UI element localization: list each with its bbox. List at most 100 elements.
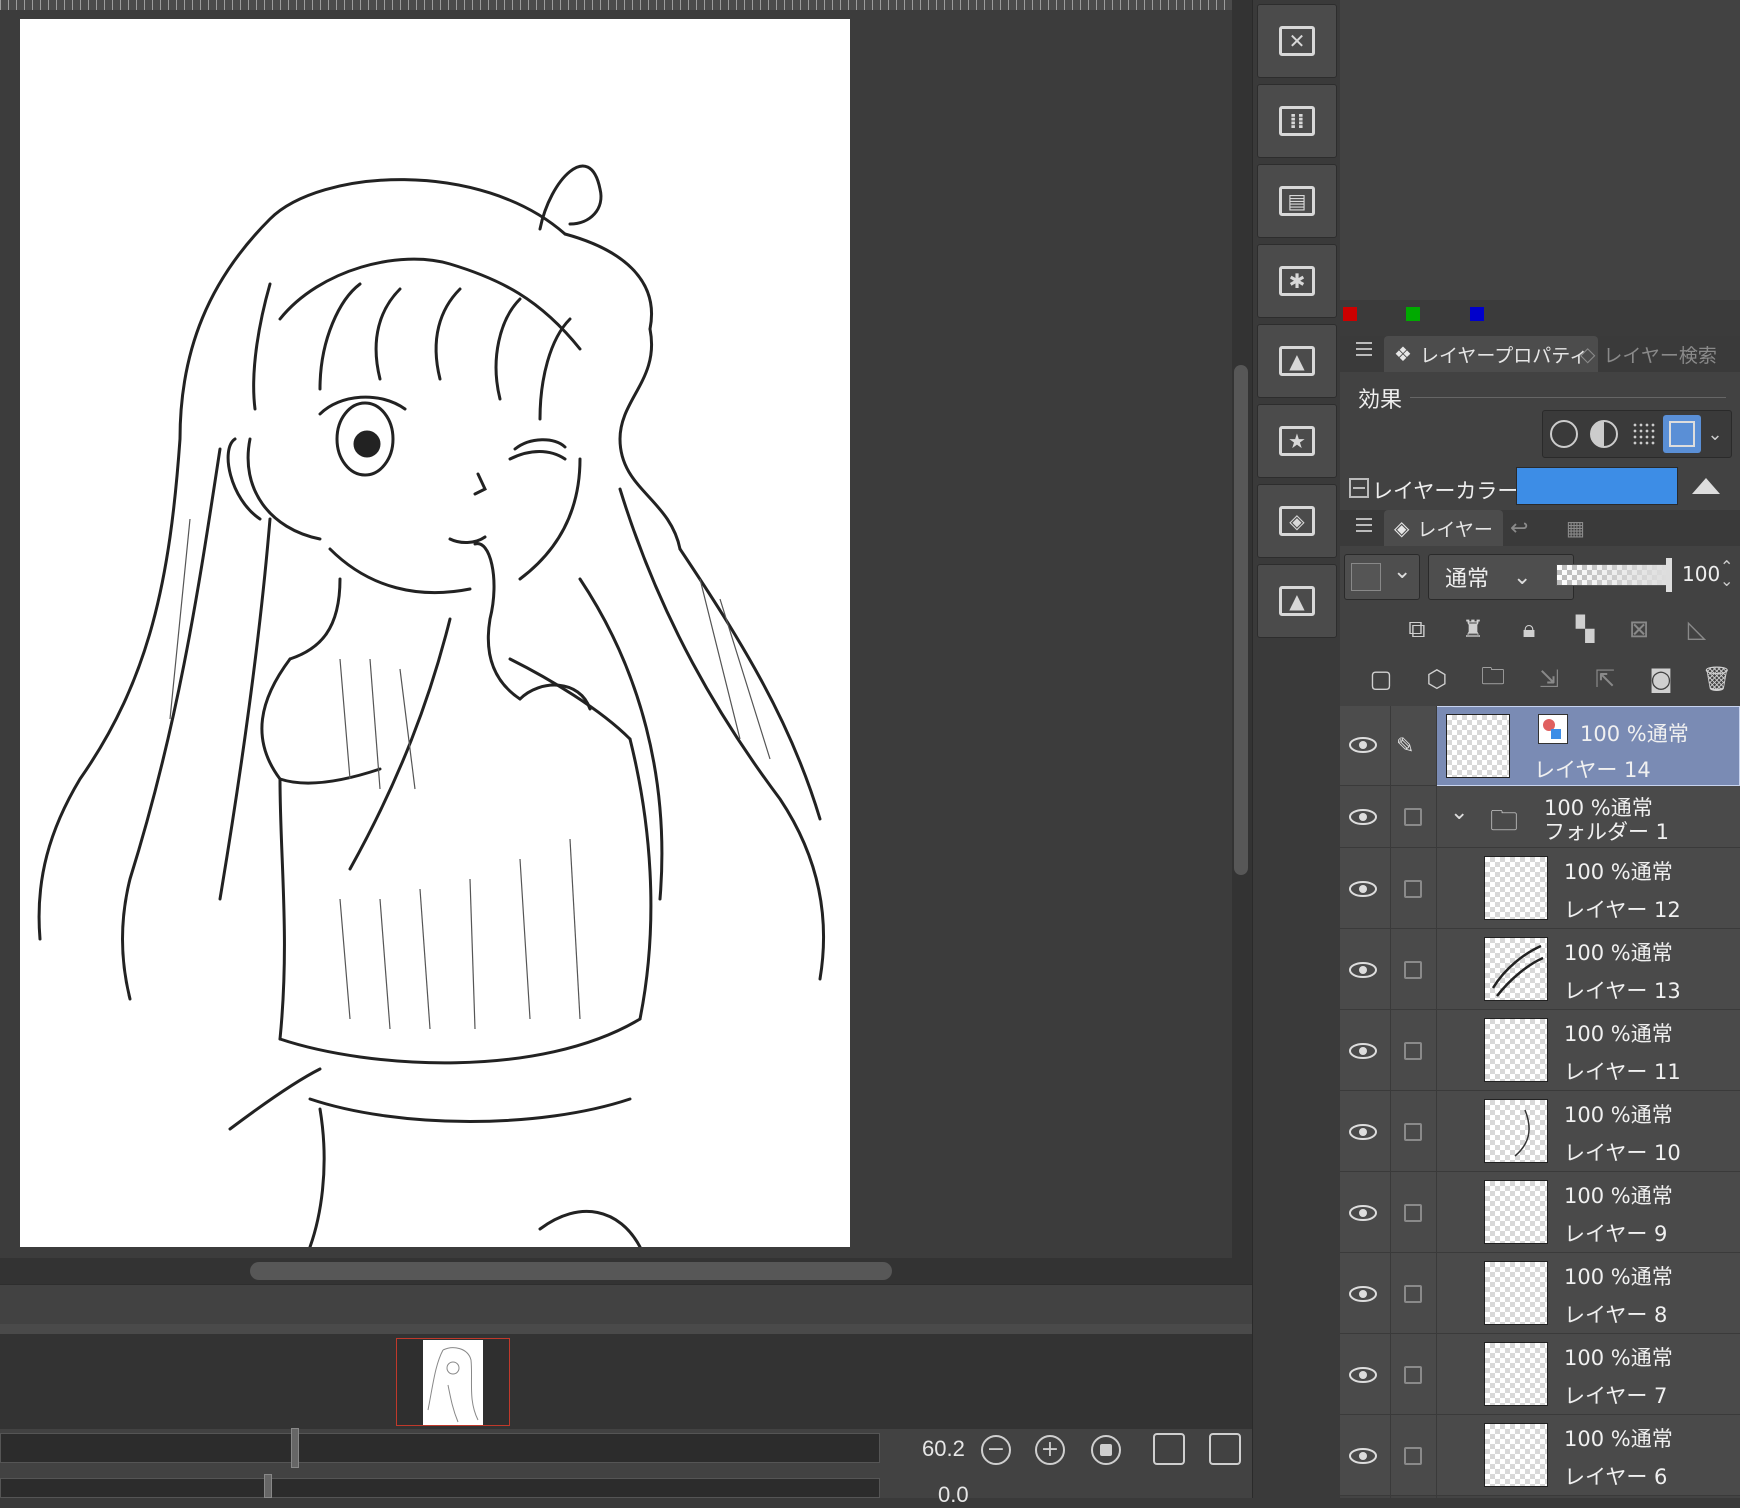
layer-select-checkbox[interactable] [1404,1285,1422,1303]
opacity-slider-handle[interactable] [1666,558,1672,592]
new-raster-layer-button[interactable]: ▢ [1364,662,1398,696]
chevron-down-icon[interactable]: ⌄ [1450,800,1468,825]
folder-icon: 🗀︎ [1490,804,1519,837]
vertical-scroll-thumb[interactable] [1234,365,1248,875]
layer-select-checkbox[interactable] [1404,808,1422,826]
layer-panel-menu-icon[interactable] [1356,518,1372,532]
fill-bucket-button[interactable] [1686,472,1726,502]
new-vector-layer-button[interactable]: ⬡ [1420,662,1454,696]
layer-select-checkbox[interactable] [1404,1366,1422,1384]
layer-mode: 100 %通常 [1564,1265,1673,1289]
expression-color-dropdown[interactable]: ⌄ [1344,554,1420,600]
color-square-icon [1351,563,1381,591]
eye-icon[interactable] [1348,1042,1378,1060]
border-effect-button[interactable] [1545,415,1583,453]
rotation-slider-handle[interactable] [264,1474,272,1498]
horizontal-scroll-thumb[interactable] [250,1262,892,1280]
green-swatch[interactable] [1406,307,1420,321]
transparency-lock-icon: ▚ [1575,615,1595,643]
tone-effect-button[interactable] [1625,415,1663,453]
merge-layer-button[interactable]: ⇱ [1588,662,1622,696]
favorites-panel-button[interactable]: ★ [1257,404,1337,478]
eye-icon[interactable] [1348,808,1378,826]
color-set-button[interactable]: ⁞⁞ [1257,84,1337,158]
minus-icon: − [986,1437,1006,1462]
clip-lower-layer-button[interactable]: ⧉ [1400,612,1434,646]
tab-history[interactable]: ↩ [1500,510,1538,546]
eye-icon[interactable] [1348,736,1378,754]
layer-row[interactable]: 100 %通常 レイヤー 12 [1340,848,1740,929]
folder-row[interactable]: ⌄ 🗀︎ 100 %通常 フォルダー 1 [1340,786,1740,848]
eye-icon[interactable] [1348,1123,1378,1141]
layer-color-effect-button[interactable] [1663,415,1701,453]
effect-divider [1410,397,1726,398]
opacity-slider[interactable] [1556,564,1670,586]
layer-row[interactable]: 100 %通常 レイヤー 8 [1340,1253,1740,1334]
image-panel-button-2[interactable]: ▲ [1257,564,1337,638]
mask-enable-button[interactable]: ⊠ [1622,612,1656,646]
layer-select-checkbox[interactable] [1404,1042,1422,1060]
layer-color-toggle[interactable] [1349,478,1369,498]
eye-icon[interactable] [1348,880,1378,898]
thumbnail-art [1491,944,1544,997]
fit-to-window-button[interactable] [1153,1433,1185,1465]
zoom-out-button[interactable]: − [981,1435,1011,1465]
drawing-canvas[interactable] [20,19,850,1249]
blend-mode-dropdown[interactable]: 通常 ⌄ [1428,554,1574,600]
lock-layer-button[interactable]: 🔒︎ [1512,612,1546,646]
rotation-slider[interactable] [0,1478,880,1498]
layer-row[interactable]: 100 %通常 レイヤー 9 [1340,1172,1740,1253]
lock-transparency-button[interactable]: ▚ [1568,612,1602,646]
sparkle-panel-button[interactable]: ✱ [1257,244,1337,318]
effect-dropdown[interactable]: ⌄ [1699,415,1731,453]
transfer-to-lower-layer-button[interactable]: ⇲ [1532,662,1566,696]
check-column-divider [1436,706,1437,1498]
expand-button[interactable] [1209,1433,1241,1465]
red-swatch[interactable] [1343,307,1357,321]
layer-select-checkbox[interactable] [1404,961,1422,979]
opacity-stepper[interactable]: ⌃ ⌄ [1720,559,1733,589]
layer-row[interactable]: 100 %通常 レイヤー 11 [1340,1010,1740,1091]
layer-row[interactable]: ✎ 100 %通常 レイヤー 14 [1340,706,1740,786]
image-panel-button[interactable]: ▲ [1257,324,1337,398]
merge-icon: ⇱ [1594,665,1616,693]
fit-actual-size-button[interactable] [1091,1435,1121,1465]
panel-menu-icon[interactable] [1356,342,1372,356]
layer-row[interactable]: 100 %通常 レイヤー 7 [1340,1334,1740,1415]
zoom-slider-handle[interactable] [291,1428,299,1468]
close-panel-button[interactable]: ✕ [1257,4,1337,78]
layer-color-swatch[interactable] [1516,467,1678,505]
eye-icon[interactable] [1348,1285,1378,1303]
grid-dots-icon: ⁞⁞ [1279,106,1315,136]
tab-animation[interactable]: ▦ [1556,510,1595,546]
layer-select-checkbox[interactable] [1404,1447,1422,1465]
transfer-icon: ⇲ [1538,665,1560,693]
layer-select-checkbox[interactable] [1404,880,1422,898]
layer-select-checkbox[interactable] [1404,1204,1422,1222]
layer-name: レイヤー 13 [1564,979,1681,1003]
layer-row[interactable]: 100 %通常 レイヤー 13 [1340,929,1740,1010]
new-folder-button[interactable]: 🗀︎ [1476,662,1510,696]
eye-icon[interactable] [1348,1447,1378,1465]
tab-layer-search[interactable]: ◇ レイヤー検索 [1570,336,1727,372]
layer-mode: 100 %通常 [1564,1022,1673,1046]
blue-swatch[interactable] [1470,307,1484,321]
zoom-slider[interactable] [0,1433,880,1463]
eye-icon[interactable] [1348,961,1378,979]
eye-icon[interactable] [1348,1366,1378,1384]
tab-layer-property[interactable]: ❖ レイヤープロパティ [1384,336,1599,372]
layer-row[interactable]: 100 %通常 レイヤー 10 [1340,1091,1740,1172]
tab-layer[interactable]: ◈ レイヤー [1384,510,1503,546]
zoom-in-button[interactable]: + [1035,1435,1065,1465]
3d-panel-button[interactable]: ◈ [1257,484,1337,558]
eye-icon[interactable] [1348,1204,1378,1222]
layer-select-checkbox[interactable] [1404,1123,1422,1141]
create-mask-button[interactable]: ◙ [1644,662,1678,696]
layer-row[interactable]: 100 %通常 レイヤー 6 [1340,1415,1740,1496]
delete-layer-button[interactable]: 🗑︎ [1700,662,1734,696]
reference-layer-button[interactable]: ♜ [1456,612,1490,646]
ruler-enable-button[interactable]: ◺ [1680,612,1714,646]
navigator-thumbnail[interactable] [423,1340,483,1425]
watercolor-effect-button[interactable] [1585,415,1623,453]
layout-panel-button[interactable]: ▤ [1257,164,1337,238]
